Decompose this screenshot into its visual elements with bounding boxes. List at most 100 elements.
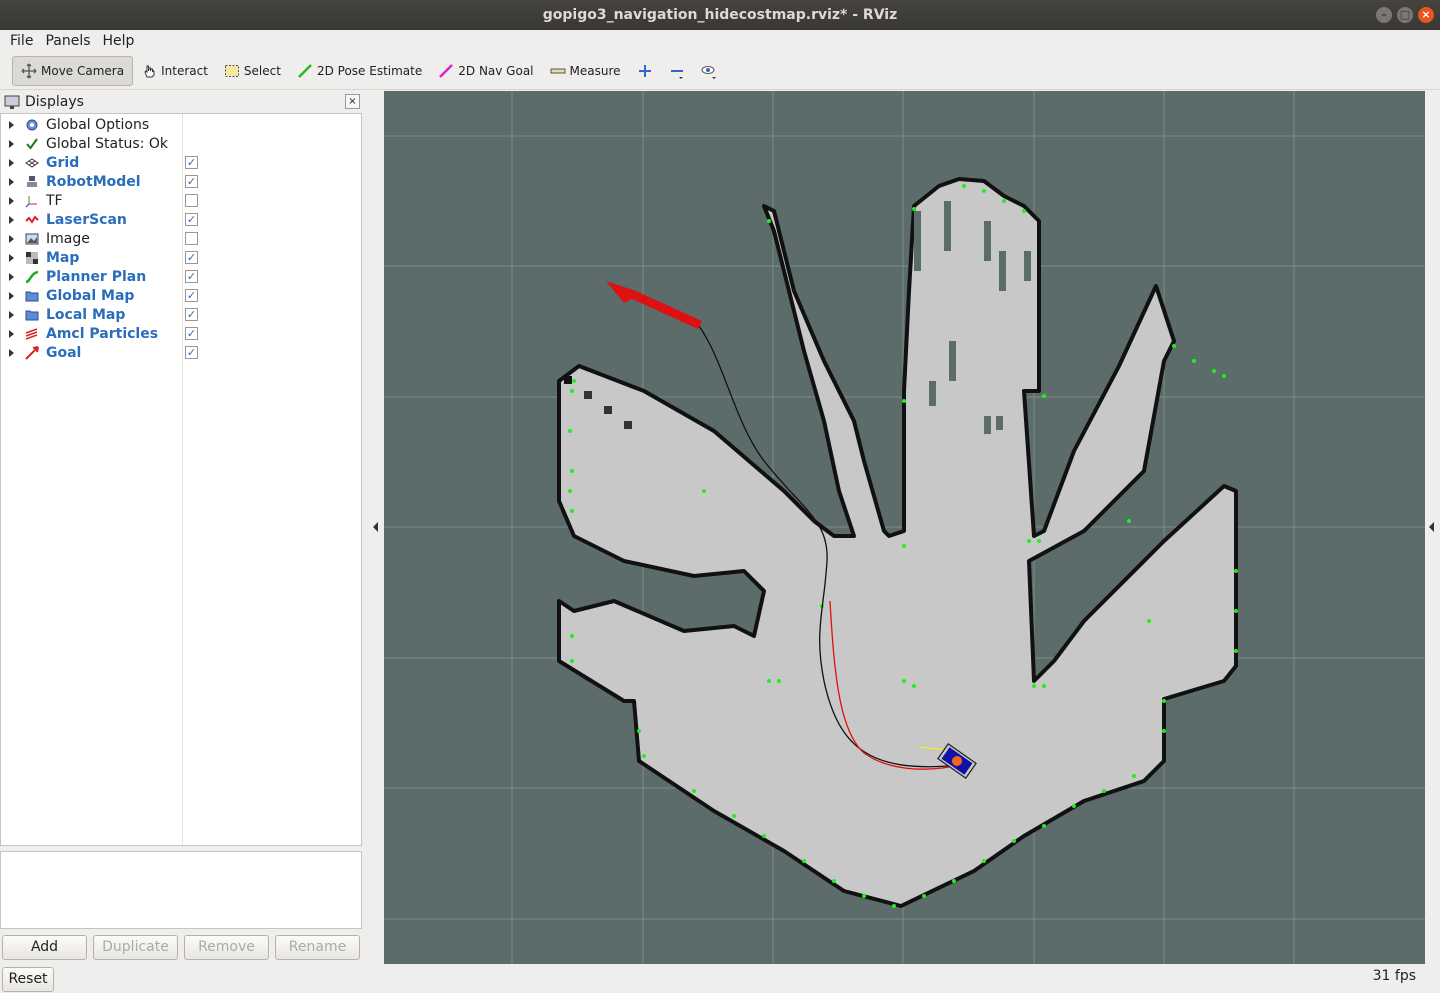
display-item[interactable]: LaserScan ✓	[1, 210, 361, 229]
green-arrow-icon	[298, 63, 312, 78]
rename-button[interactable]: Rename	[275, 935, 360, 960]
menu-file[interactable]: File	[4, 30, 39, 52]
add-button[interactable]: Add	[2, 935, 87, 960]
unknown-cell	[929, 381, 936, 406]
display-enabled-checkbox[interactable]: ✓	[185, 270, 198, 283]
pose-estimate-button[interactable]: 2D Pose Estimate	[289, 56, 430, 86]
menu-bar: File Panels Help	[0, 30, 1440, 52]
collapse-left-icon[interactable]	[373, 522, 378, 532]
display-enabled-checkbox[interactable]	[185, 232, 198, 245]
display-item[interactable]: TF	[1, 191, 361, 210]
display-enabled-checkbox[interactable]: ✓	[185, 346, 198, 359]
occupied-cell	[584, 391, 592, 399]
unknown-cell	[999, 251, 1006, 291]
display-item[interactable]: RobotModel ✓	[1, 172, 361, 191]
displays-panel: Displays × Global Options Global Status: …	[0, 91, 363, 849]
expand-arrow-icon[interactable]	[9, 177, 14, 186]
add-tool-button[interactable]	[629, 56, 661, 86]
display-item-label: Global Options	[46, 116, 150, 133]
view-menu-button[interactable]	[693, 56, 725, 86]
display-enabled-checkbox[interactable]: ✓	[185, 327, 198, 340]
eye-icon	[701, 65, 716, 79]
display-enabled-checkbox[interactable]: ✓	[185, 175, 198, 188]
expand-arrow-icon[interactable]	[9, 253, 14, 262]
expand-arrow-icon[interactable]	[9, 120, 14, 129]
nav-goal-label: 2D Nav Goal	[458, 63, 534, 78]
expand-arrow-icon[interactable]	[9, 272, 14, 281]
map-free-space	[557, 177, 1238, 908]
plus-icon	[638, 64, 651, 77]
nav-goal-button[interactable]: 2D Nav Goal	[430, 56, 541, 86]
display-item[interactable]: Global Status: Ok	[1, 134, 361, 153]
display-item-label: RobotModel	[46, 173, 141, 190]
display-item-label: Local Map	[46, 306, 126, 323]
hand-pointer-icon	[144, 65, 155, 77]
expand-arrow-icon[interactable]	[9, 234, 14, 243]
displays-tree: Global Options Global Status: Ok Grid ✓ Robo…	[0, 113, 362, 846]
expand-arrow-icon[interactable]	[9, 215, 14, 224]
occupied-cell	[604, 406, 612, 414]
display-item-label: LaserScan	[46, 211, 127, 228]
display-enabled-checkbox[interactable]: ✓	[185, 289, 198, 302]
collapse-right-icon[interactable]	[1429, 522, 1434, 532]
display-item[interactable]: Planner Plan ✓	[1, 267, 361, 286]
displays-buttons: Add Duplicate Remove Rename	[2, 935, 360, 960]
unknown-cell	[944, 201, 951, 251]
unknown-cell	[1024, 251, 1031, 281]
window-controls: – □ ×	[1376, 7, 1434, 23]
display-item[interactable]: Image	[1, 229, 361, 248]
menu-panels[interactable]: Panels	[39, 30, 96, 52]
display-item[interactable]: Amcl Particles ✓	[1, 324, 361, 343]
unknown-cell	[914, 211, 921, 271]
display-item[interactable]: Map ✓	[1, 248, 361, 267]
menu-help[interactable]: Help	[97, 30, 141, 52]
measure-button[interactable]: Measure	[542, 56, 629, 86]
display-item[interactable]: Goal ✓	[1, 343, 361, 362]
interact-button[interactable]: Interact	[133, 56, 216, 86]
display-enabled-checkbox[interactable]: ✓	[185, 213, 198, 226]
minimize-icon[interactable]: –	[1376, 7, 1392, 23]
display-enabled-checkbox[interactable]: ✓	[185, 308, 198, 321]
interact-label: Interact	[161, 63, 208, 78]
maximize-icon[interactable]: □	[1397, 7, 1413, 23]
expand-arrow-icon[interactable]	[9, 158, 14, 167]
expand-arrow-icon[interactable]	[9, 348, 14, 357]
display-item[interactable]: Global Options	[1, 115, 361, 134]
expand-arrow-icon[interactable]	[9, 329, 14, 338]
window-title: gopigo3_navigation_hidecostmap.rviz* - R…	[542, 7, 898, 23]
particles-icon	[24, 326, 40, 342]
display-item[interactable]: Global Map ✓	[1, 286, 361, 305]
display-item-label: Global Status: Ok	[46, 135, 169, 152]
pose-estimate-label: 2D Pose Estimate	[316, 63, 423, 78]
description-box	[0, 851, 362, 929]
display-enabled-checkbox[interactable]	[185, 194, 198, 207]
display-item[interactable]: Local Map ✓	[1, 305, 361, 324]
measure-label: Measure	[569, 63, 621, 78]
move-camera-label: Move Camera	[41, 63, 125, 78]
select-button[interactable]: Select	[216, 56, 289, 86]
grid-icon	[24, 155, 40, 171]
duplicate-button[interactable]: Duplicate	[93, 935, 178, 960]
displays-header: Displays	[0, 91, 363, 113]
displays-title: Displays	[25, 94, 84, 110]
display-item-label: TF	[46, 192, 63, 209]
display-enabled-checkbox[interactable]: ✓	[185, 156, 198, 169]
select-box-icon	[224, 64, 239, 77]
axes-icon	[24, 193, 40, 209]
expand-arrow-icon[interactable]	[9, 291, 14, 300]
expand-arrow-icon[interactable]	[9, 196, 14, 205]
expand-arrow-icon[interactable]	[9, 310, 14, 319]
check-icon	[24, 136, 40, 152]
panel-close-button[interactable]: ×	[345, 94, 360, 109]
expand-arrow-icon[interactable]	[9, 139, 14, 148]
reset-button[interactable]: Reset	[2, 967, 54, 992]
occupancy-map	[557, 177, 1238, 908]
remove-button[interactable]: Remove	[184, 935, 269, 960]
display-enabled-checkbox[interactable]: ✓	[185, 251, 198, 264]
close-icon[interactable]: ×	[1418, 7, 1434, 23]
remove-tool-button[interactable]	[661, 56, 693, 86]
move-camera-button[interactable]: Move Camera	[12, 55, 134, 86]
magenta-arrow-icon	[439, 63, 454, 78]
display-item[interactable]: Grid ✓	[1, 153, 361, 172]
render-viewport[interactable]	[384, 91, 1425, 964]
